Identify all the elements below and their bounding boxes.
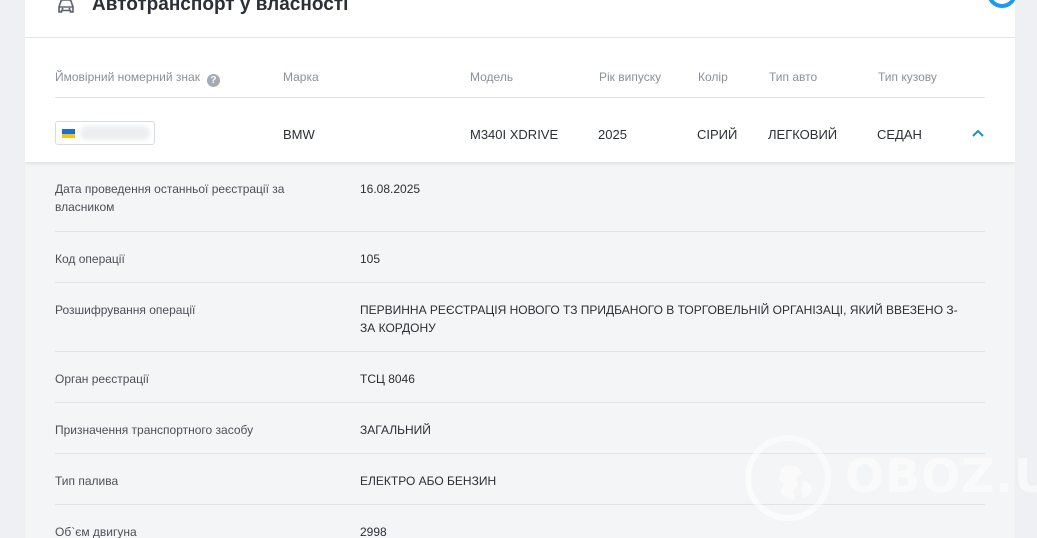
detail-value: ТСЦ 8046 <box>360 372 415 386</box>
column-body-type: Тип кузову <box>878 70 937 84</box>
detail-label: Дата проведення останньої реєстрації за … <box>55 182 285 214</box>
detail-label: Орган реєстрації <box>55 372 149 386</box>
column-plate: Ймовірний номерний знак? <box>55 70 220 87</box>
ukraine-flag-icon <box>62 129 75 138</box>
detail-label: Код операції <box>55 252 125 266</box>
chevron-up-icon[interactable] <box>970 125 986 141</box>
cell-brand: BMW <box>283 127 315 142</box>
detail-row-operation-code: Код операції 105 <box>55 232 985 283</box>
car-icon <box>58 0 74 13</box>
column-model: Модель <box>470 70 514 84</box>
card-header: Автотранспорт у власності <box>25 0 1015 38</box>
detail-label: Розшифрування операції <box>55 303 196 317</box>
column-vehicle-type: Тип авто <box>769 70 818 84</box>
detail-label: Тип палива <box>55 474 119 488</box>
column-brand: Марка <box>283 70 319 84</box>
column-color: Колір <box>698 70 728 84</box>
detail-row-operation-description: Розшифрування операції ПЕРВИННА РЕЄСТРАЦ… <box>55 283 985 352</box>
license-plate <box>55 121 155 145</box>
detail-label: Об`єм двигуна <box>55 525 137 538</box>
cell-model: M340I XDRIVE <box>470 127 559 142</box>
detail-row-registration-authority: Орган реєстрації ТСЦ 8046 <box>55 352 985 403</box>
detail-value: 105 <box>360 252 381 266</box>
cell-vehicle-type: ЛЕГКОВИЙ <box>768 127 838 142</box>
detail-value: ПЕРВИННА РЕЄСТРАЦІЯ НОВОГО ТЗ ПРИДБАНОГО… <box>360 303 958 335</box>
oboz-watermark: OBOZ.UA <box>745 435 1037 525</box>
watermark-text: OBOZ.UA <box>845 449 1037 503</box>
detail-label: Призначення транспортного засобу <box>55 423 254 437</box>
cell-year: 2025 <box>598 127 627 142</box>
cell-body-type: СЕДАН <box>877 127 922 142</box>
column-year: Рік випуску <box>599 70 662 84</box>
corner-badge[interactable] <box>987 0 1015 8</box>
cell-color: СІРИЙ <box>697 127 738 142</box>
plate-number-blurred <box>80 126 150 140</box>
detail-row-registration-date: Дата проведення останньої реєстрації за … <box>55 162 985 232</box>
table-row[interactable]: BMW M340I XDRIVE 2025 СІРИЙ ЛЕГКОВИЙ СЕД… <box>25 98 1015 162</box>
help-icon[interactable]: ? <box>206 74 220 87</box>
table-header: Ймовірний номерний знак? Марка Модель Рі… <box>55 60 985 98</box>
detail-value: 2998 <box>360 525 387 538</box>
globe-icon <box>779 465 812 500</box>
watermark-logo <box>745 435 831 521</box>
detail-value: 16.08.2025 <box>360 182 421 196</box>
column-plate-label: Ймовірний номерний знак <box>55 70 200 84</box>
section-title: Автотранспорт у власності <box>92 0 349 15</box>
